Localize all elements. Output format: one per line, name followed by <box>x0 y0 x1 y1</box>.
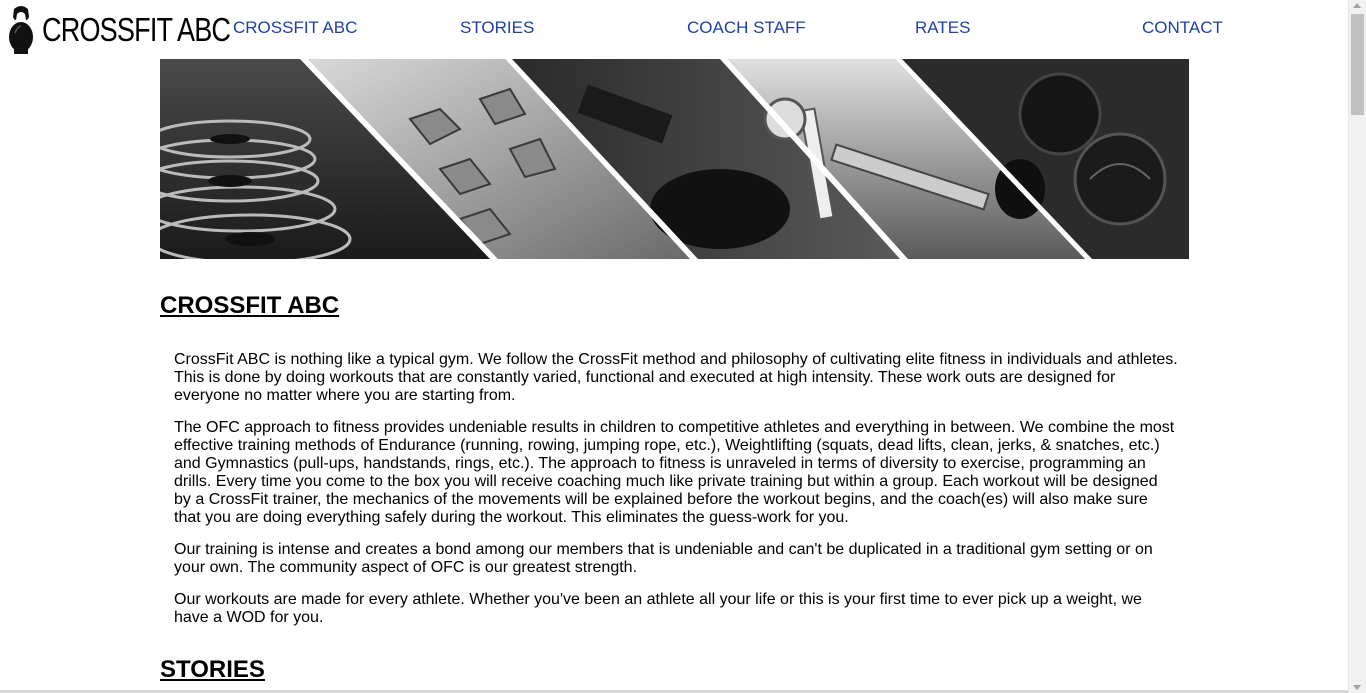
about-paragraph-3: Our training is intense and creates a bo… <box>174 541 1153 576</box>
scroll-up-arrow-icon[interactable] <box>1353 3 1361 8</box>
about-section-title: CROSSFIT ABC <box>160 292 340 319</box>
gym-equipment-collage-image <box>160 59 1189 259</box>
about-paragraph-4: Our workouts are made for every athlete.… <box>174 591 1142 626</box>
site-logo[interactable]: CROSSFIT ABC <box>8 4 271 56</box>
about-paragraph-1: CrossFit ABC is nothing like a typical g… <box>174 351 1178 404</box>
scrollbar-thumb[interactable] <box>1351 14 1364 115</box>
stories-section-title: STORIES <box>160 656 265 683</box>
nav-link-stories[interactable]: STORIES <box>460 18 534 38</box>
logo-text: CROSSFIT ABC <box>42 11 231 48</box>
nav-link-contact[interactable]: CONTACT <box>1142 18 1223 38</box>
vertical-scrollbar[interactable] <box>1348 0 1366 693</box>
kettlebell-icon <box>9 6 33 54</box>
about-paragraph-2: The OFC approach to fitness provides und… <box>174 419 1175 526</box>
nav-link-rates[interactable]: RATES <box>915 18 970 38</box>
site-header: CROSSFIT ABC CROSSFIT ABC STORIES COACH … <box>0 0 1349 58</box>
nav-link-crossfit-abc[interactable]: CROSSFIT ABC <box>233 18 357 38</box>
scroll-down-arrow-icon[interactable] <box>1353 685 1361 690</box>
nav-link-coach-staff[interactable]: COACH STAFF <box>687 18 806 38</box>
hero-banner-image <box>160 59 1189 259</box>
